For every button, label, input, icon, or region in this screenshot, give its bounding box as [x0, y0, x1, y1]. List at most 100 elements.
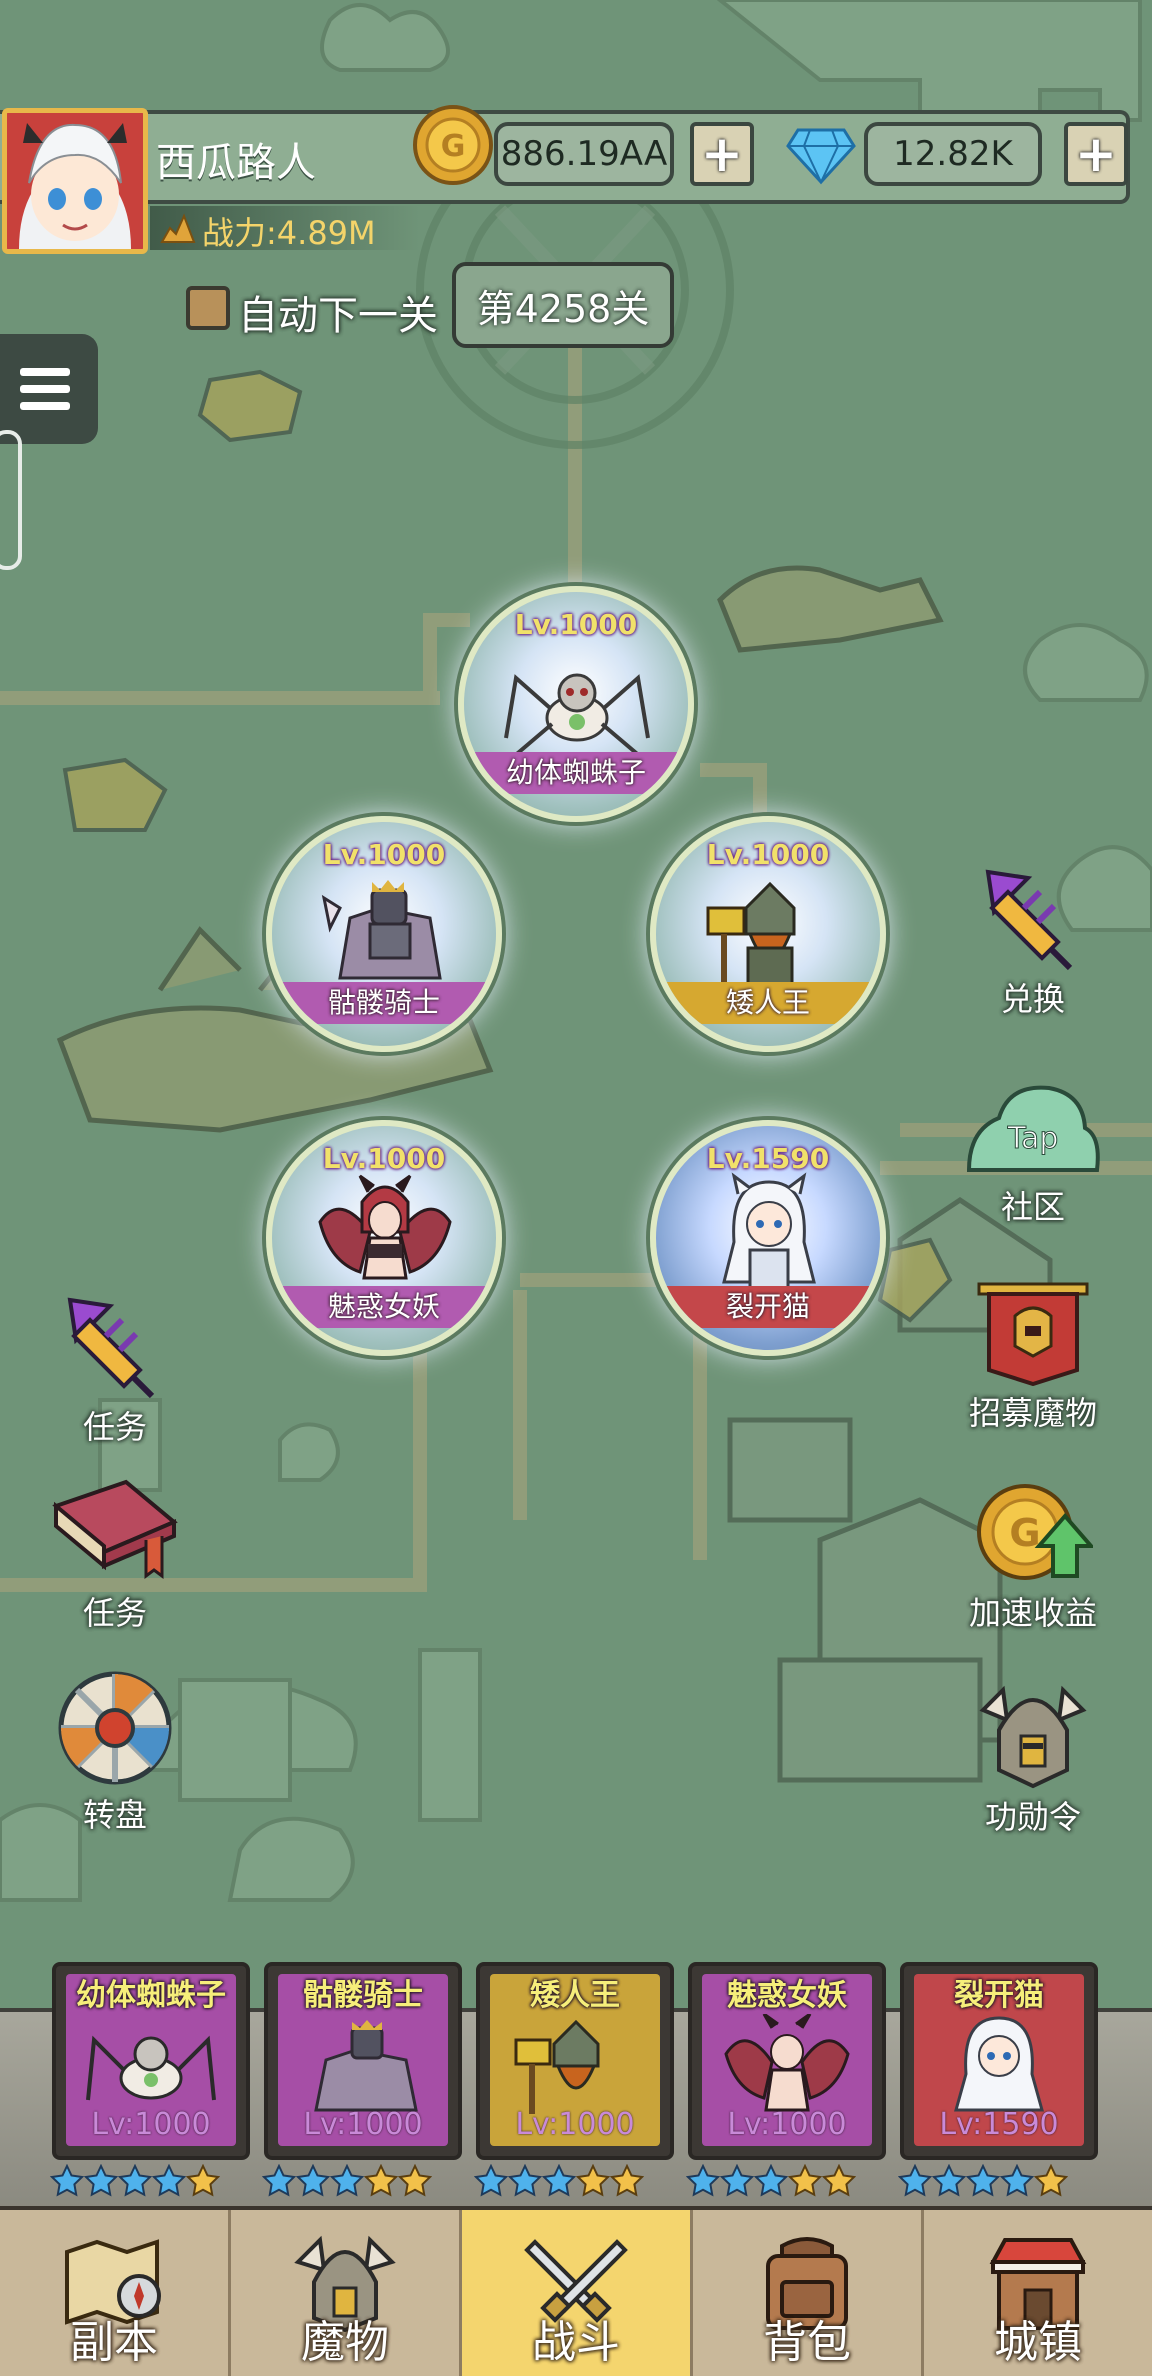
- blue-star-icon: [330, 2164, 364, 2197]
- monster-slot-5[interactable]: Lv.1590 裂开猫: [650, 1120, 886, 1356]
- nav-dungeon[interactable]: 副本: [0, 2210, 231, 2376]
- action-label: 社区: [1000, 1188, 1065, 1226]
- blue-star-icon: [262, 2164, 296, 2197]
- helmet-medal-icon: [979, 1685, 1087, 1789]
- gold-star-icon: [610, 2164, 644, 2197]
- blue-star-icon: [296, 2164, 330, 2197]
- team-card-level: Lv:1000: [303, 2107, 423, 2142]
- team-card-3[interactable]: 矮人王 Lv:1000: [476, 1962, 674, 2160]
- monster-level: Lv.1000: [514, 608, 638, 641]
- nav-town[interactable]: 城镇: [924, 2210, 1152, 2376]
- star-rating: [898, 2164, 1068, 2200]
- blue-star-icon: [118, 2164, 152, 2197]
- monster-slot-4[interactable]: Lv.1000 魅惑女妖: [266, 1120, 502, 1356]
- blue-star-icon: [152, 2164, 186, 2197]
- action-label: 任务: [82, 1594, 147, 1632]
- monster-name: 幼体蜘蛛子: [464, 752, 688, 794]
- nav-label: 城镇: [994, 2317, 1082, 2368]
- task-button-1[interactable]: 任务: [40, 1290, 190, 1448]
- blue-star-icon: [898, 2164, 932, 2197]
- gem-amount: 12.82K: [864, 122, 1042, 186]
- spider-icon: [86, 2035, 216, 2101]
- task-button-2[interactable]: 任务: [40, 1476, 190, 1634]
- hamburger-icon-bar: [20, 402, 70, 410]
- action-label: 加速收益: [968, 1594, 1097, 1632]
- auto-next-checkbox[interactable]: [186, 286, 230, 330]
- spin-wheel-button[interactable]: 转盘: [40, 1668, 190, 1836]
- blue-star-icon: [966, 2164, 1000, 2197]
- bottom-nav: 副本 魔物 战斗 背包 城镇: [0, 2206, 1152, 2376]
- gold-star-icon: [576, 2164, 610, 2197]
- side-menu-button[interactable]: [0, 334, 98, 444]
- side-drawer-tab[interactable]: [0, 430, 22, 570]
- team-card-level: Lv:1000: [91, 2107, 211, 2142]
- quest-book-icon: [52, 1479, 178, 1579]
- hamburger-icon: [20, 368, 70, 376]
- monster-slot-2[interactable]: Lv.1000 骷髅骑士: [266, 816, 502, 1052]
- action-label: 转盘: [82, 1796, 147, 1834]
- merit-order-button[interactable]: 功勋令: [958, 1680, 1108, 1838]
- gold-star-icon: [822, 2164, 856, 2197]
- gold-coin-icon: G: [413, 105, 493, 185]
- monster-level: Lv.1000: [322, 838, 446, 871]
- add-gold-button[interactable]: +: [690, 122, 754, 186]
- taptap-cloud-icon: Tap: [966, 1085, 1100, 1172]
- nav-battle[interactable]: 战斗: [462, 2210, 693, 2376]
- nav-label: 背包: [763, 2317, 851, 2368]
- add-gems-button[interactable]: +: [1064, 122, 1128, 186]
- cat-girl-icon: [954, 2016, 1044, 2112]
- team-card-1[interactable]: 幼体蜘蛛子 Lv:1000: [52, 1962, 250, 2160]
- community-button[interactable]: Tap 社区: [958, 1080, 1108, 1228]
- nav-backpack[interactable]: 背包: [693, 2210, 924, 2376]
- player-name: 西瓜路人: [156, 140, 316, 186]
- team-card-name: 裂开猫: [954, 1978, 1044, 2013]
- monster-level: Lv.1000: [322, 1142, 446, 1175]
- action-label: 功勋令: [984, 1798, 1081, 1836]
- action-label: 任务: [82, 1408, 147, 1446]
- firework-rocket-icon: [985, 869, 1073, 971]
- star-rating: [474, 2164, 644, 2200]
- monster-slot-3[interactable]: Lv.1000 矮人王: [650, 816, 886, 1052]
- stage-number[interactable]: 第4258关: [452, 262, 674, 348]
- team-card-5[interactable]: 裂开猫 Lv:1590: [900, 1962, 1098, 2160]
- power-icon: [160, 213, 196, 243]
- team-card-2[interactable]: 骷髅骑士 Lv:1000: [264, 1962, 462, 2160]
- exchange-button[interactable]: 兑换: [958, 862, 1108, 1020]
- action-label: 兑换: [1000, 980, 1065, 1018]
- blue-star-icon: [932, 2164, 966, 2197]
- action-label: 招募魔物: [968, 1394, 1097, 1432]
- speed-income-button[interactable]: G 加速收益: [958, 1476, 1108, 1634]
- svg-text:G: G: [441, 129, 466, 164]
- succubus-icon: [318, 1174, 452, 1280]
- team-card-name: 骷髅骑士: [303, 1978, 423, 2013]
- blue-star-icon: [542, 2164, 576, 2197]
- blue-star-icon: [508, 2164, 542, 2197]
- team-card-4[interactable]: 魅惑女妖 Lv:1000: [688, 1962, 886, 2160]
- nav-label: 战斗: [532, 2317, 620, 2368]
- gold-star-icon: [186, 2164, 220, 2197]
- nav-label: 魔物: [301, 2317, 389, 2368]
- combat-power: 战力:4.89M: [202, 214, 376, 252]
- player-avatar[interactable]: [2, 108, 148, 254]
- team-card-name: 矮人王: [530, 1978, 620, 2013]
- diamond-icon: [786, 128, 856, 185]
- blue-star-icon: [474, 2164, 508, 2197]
- firework-rocket-icon: [67, 1297, 155, 1399]
- star-rating: [50, 2164, 220, 2200]
- gold-star-icon: [1034, 2164, 1068, 2197]
- gold-coin-arrow-icon: G: [977, 1484, 1093, 1580]
- gold-star-icon: [788, 2164, 822, 2197]
- nav-monsters[interactable]: 魔物: [231, 2210, 462, 2376]
- blue-star-icon: [84, 2164, 118, 2197]
- skeleton-knight-icon: [321, 880, 442, 980]
- team-card-name: 幼体蜘蛛子: [76, 1978, 226, 2013]
- monster-slot-1[interactable]: Lv.1000 幼体蜘蛛子: [458, 586, 694, 822]
- recruit-monster-button[interactable]: 招募魔物: [958, 1276, 1108, 1434]
- hamburger-icon-bar: [20, 385, 70, 393]
- blue-star-icon: [50, 2164, 84, 2197]
- blue-star-icon: [754, 2164, 788, 2197]
- gold-star-icon: [364, 2164, 398, 2197]
- svg-text:Tap: Tap: [1007, 1121, 1059, 1156]
- svg-text:G: G: [1009, 1511, 1040, 1555]
- skeleton-knight-icon: [314, 2020, 418, 2112]
